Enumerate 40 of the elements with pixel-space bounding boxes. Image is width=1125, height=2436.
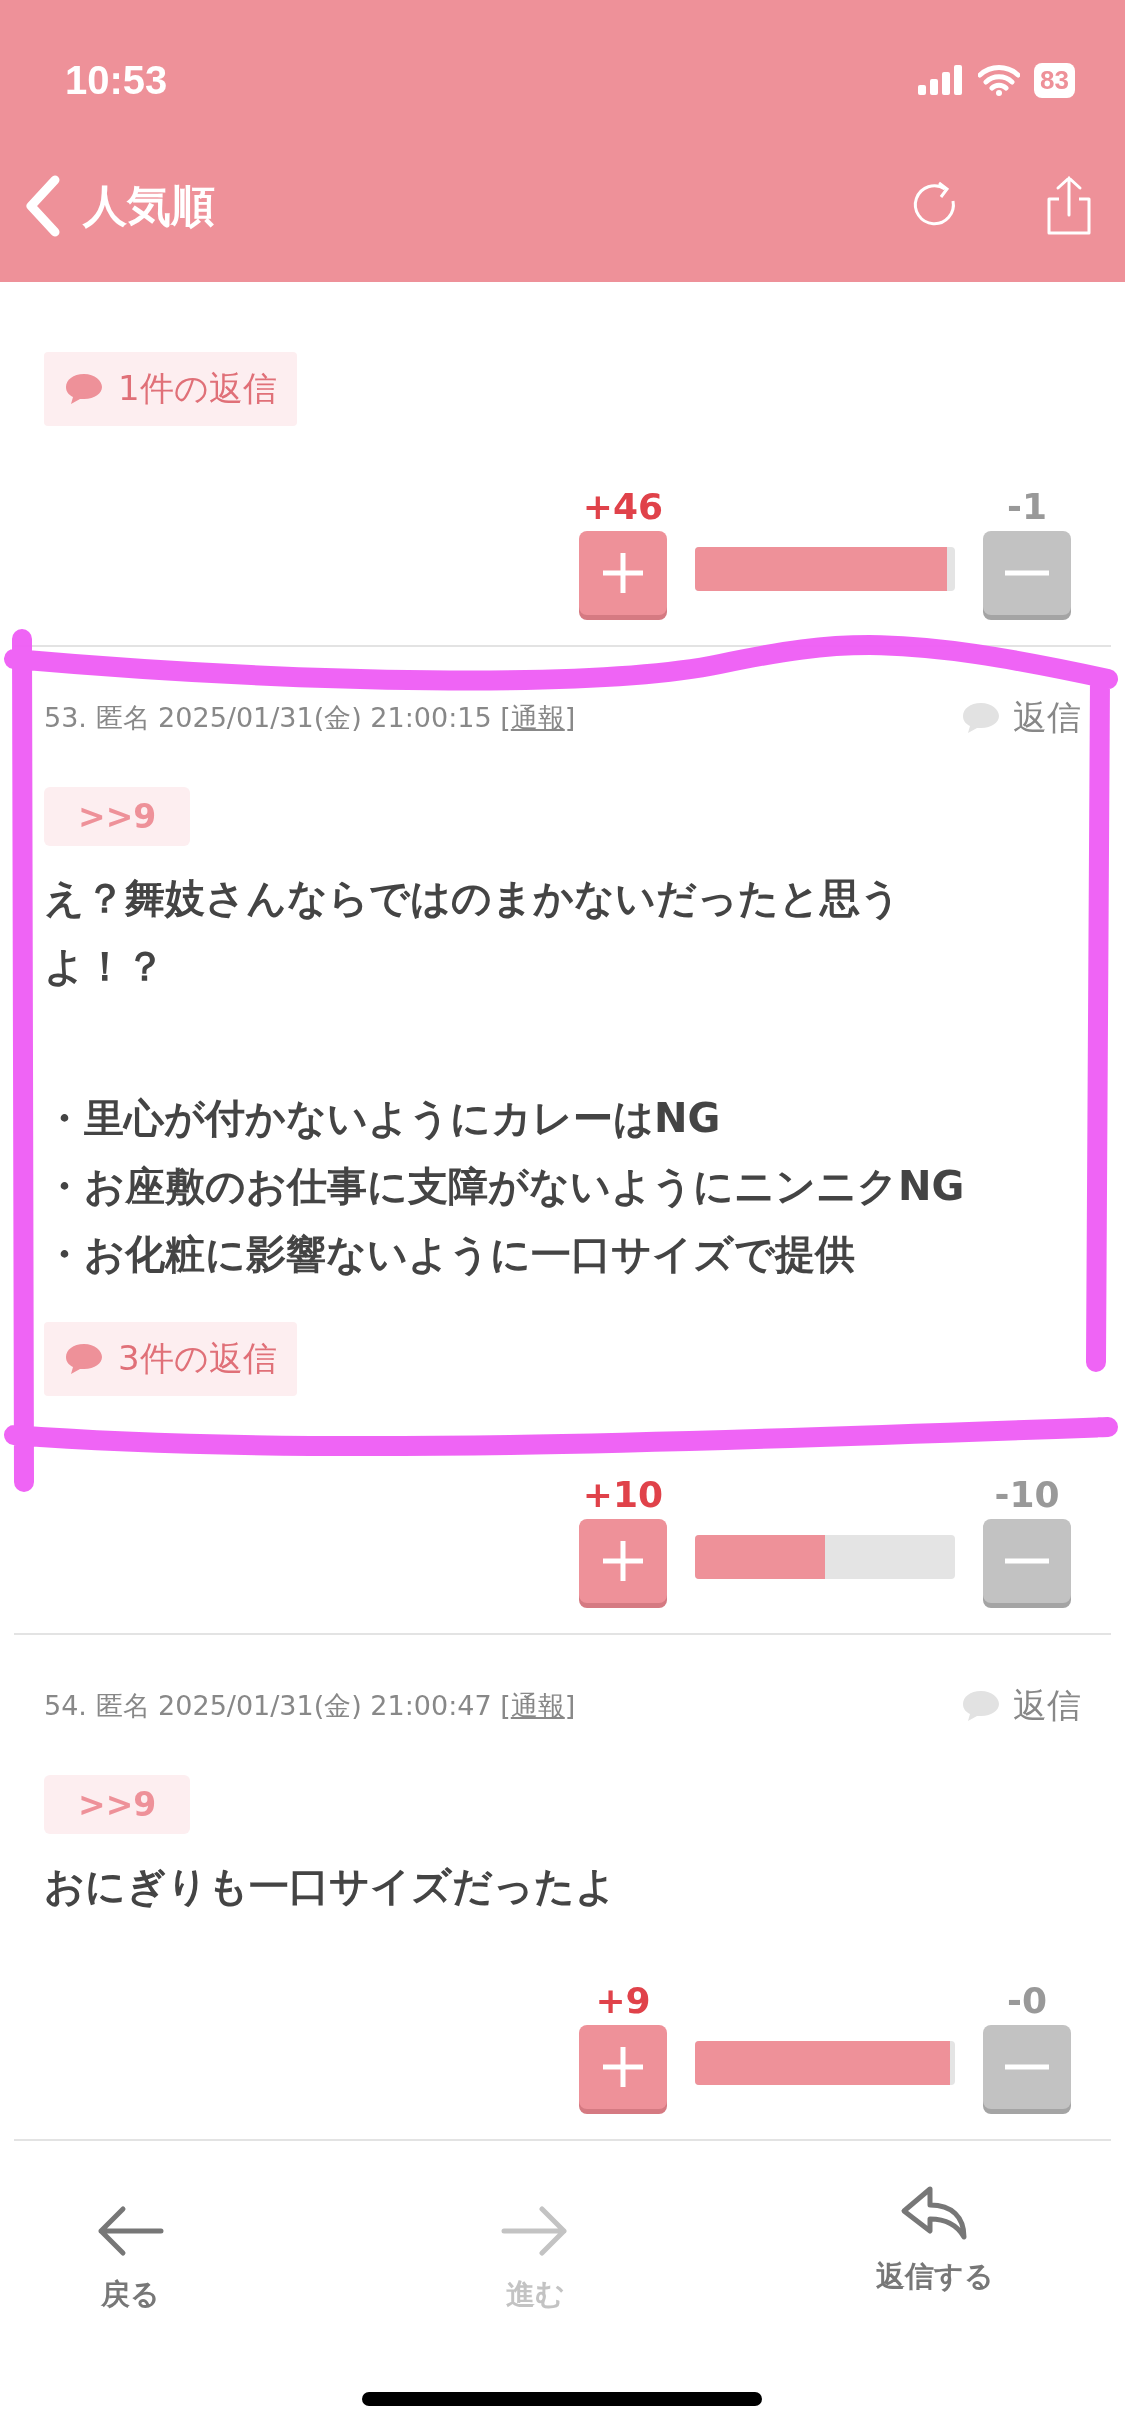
wifi-icon (978, 64, 1021, 96)
reply-button[interactable]: 返信 (961, 695, 1081, 741)
speech-bubble-icon (64, 1342, 104, 1376)
toolbar-reply-button[interactable]: 返信する (805, 2185, 1065, 2436)
comment-text: ・お座敷のお仕事に支障がないようにニンニクNG (44, 1162, 966, 1211)
minus-icon (1005, 1558, 1049, 1564)
status-time: 10:53 (65, 57, 168, 103)
comment-text: え？舞妓さんならではのまかないだったと思うよ！？ (44, 874, 902, 991)
speech-bubble-icon (64, 372, 104, 406)
downvote-count: -0 (1007, 1980, 1047, 2021)
comment-text: おにぎりも一口サイズだったよ (44, 1862, 617, 1911)
upvote-count: +9 (595, 1980, 651, 2021)
report-link[interactable]: 通報 (510, 702, 565, 733)
anchor-link[interactable]: >>9 (44, 787, 191, 846)
minus-icon (1005, 570, 1049, 576)
speech-bubble-icon (961, 701, 1001, 735)
signal-icon (918, 65, 965, 95)
chevron-left-icon (25, 175, 61, 237)
replies-button[interactable]: 1件の返信 (44, 352, 297, 426)
downvote-count: -1 (1007, 486, 1047, 527)
upvote-count: +46 (582, 486, 664, 527)
comment-meta: 53. 匿名 2025/01/31(金) 21:00:15 [通報] (44, 701, 576, 735)
reply-button[interactable]: 返信 (961, 1683, 1081, 1729)
toolbar-back-button[interactable]: 戻る (40, 2185, 220, 2436)
plus-icon (601, 1539, 645, 1583)
back-button[interactable]: 人気順 (25, 175, 215, 237)
upvote-count: +10 (582, 1474, 664, 1515)
battery-icon: 83 (1034, 62, 1075, 98)
plus-icon (601, 2045, 645, 2089)
comment-text: ・里心が付かないようにカレーはNG (44, 1094, 722, 1143)
downvote-count: -10 (994, 1474, 1060, 1515)
comment-meta: 54. 匿名 2025/01/31(金) 21:00:47 [通報] (44, 1689, 576, 1723)
minus-icon (1005, 2064, 1049, 2070)
comment-text: ・お化粧に影響ないように一口サイズで提供 (44, 1230, 856, 1279)
replies-button[interactable]: 3件の返信 (44, 1322, 297, 1396)
arrow-right-icon (500, 2205, 570, 2257)
speech-bubble-icon (961, 1689, 1001, 1723)
anchor-link[interactable]: >>9 (44, 1775, 191, 1834)
report-link[interactable]: 通報 (510, 1690, 565, 1721)
plus-icon (601, 551, 645, 595)
